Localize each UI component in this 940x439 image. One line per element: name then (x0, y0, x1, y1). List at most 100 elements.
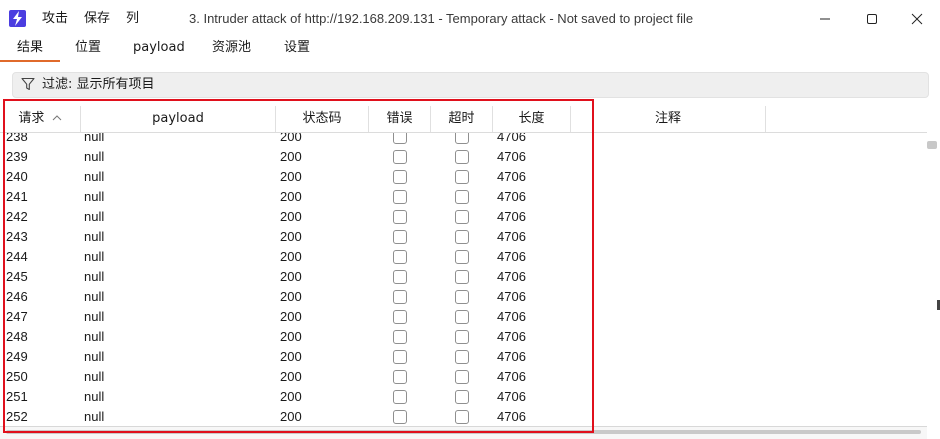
cell-status: 200 (280, 209, 302, 224)
error-checkbox[interactable] (393, 290, 407, 304)
timeout-checkbox[interactable] (455, 390, 469, 404)
cell-length: 4706 (497, 309, 526, 324)
column-header-timeout[interactable]: 超时 (431, 106, 493, 132)
timeout-checkbox[interactable] (455, 350, 469, 364)
table-row[interactable]: 248 null 200 4706 (0, 327, 927, 347)
table-row[interactable]: 247 null 200 4706 (0, 307, 927, 327)
vertical-scrollbar[interactable] (927, 132, 940, 424)
cell-length: 4706 (497, 289, 526, 304)
table-row[interactable]: 250 null 200 4706 (0, 367, 927, 387)
cell-length: 4706 (497, 329, 526, 344)
cell-status: 200 (280, 289, 302, 304)
error-checkbox[interactable] (393, 330, 407, 344)
menu-save[interactable]: 保存 (84, 10, 110, 28)
vertical-scroll-thumb[interactable] (927, 141, 937, 149)
timeout-checkbox[interactable] (455, 133, 469, 144)
cell-payload: null (84, 309, 105, 324)
cell-request: 247 (6, 309, 28, 324)
error-checkbox[interactable] (393, 190, 407, 204)
error-checkbox[interactable] (393, 350, 407, 364)
cell-payload: null (84, 349, 105, 364)
cell-status: 200 (280, 329, 302, 344)
cell-status: 200 (280, 409, 302, 424)
table-row[interactable]: 244 null 200 4706 (0, 247, 927, 267)
column-header-comment[interactable]: 注释 (571, 106, 766, 132)
error-checkbox[interactable] (393, 170, 407, 184)
close-button[interactable] (897, 4, 937, 34)
cell-payload: null (84, 249, 105, 264)
column-header-status[interactable]: 状态码 (276, 106, 369, 132)
error-checkbox[interactable] (393, 210, 407, 224)
table-row[interactable]: 239 null 200 4706 (0, 147, 927, 167)
error-checkbox[interactable] (393, 150, 407, 164)
filter-label: 过滤: 显示所有项目 (42, 77, 155, 92)
filter-bar[interactable]: 过滤: 显示所有项目 (12, 72, 929, 98)
timeout-checkbox[interactable] (455, 250, 469, 264)
table-row[interactable]: 243 null 200 4706 (0, 227, 927, 247)
tab-resource-pool[interactable]: 资源池 (212, 38, 251, 60)
cell-request: 246 (6, 289, 28, 304)
tab-settings[interactable]: 设置 (284, 38, 310, 60)
minimize-button[interactable] (805, 4, 845, 34)
menu-attack[interactable]: 攻击 (42, 10, 68, 28)
cell-payload: null (84, 369, 105, 384)
tab-positions[interactable]: 位置 (75, 38, 101, 60)
error-checkbox[interactable] (393, 410, 407, 424)
cell-status: 200 (280, 269, 302, 284)
cell-request: 242 (6, 209, 28, 224)
table-row[interactable]: 240 null 200 4706 (0, 167, 927, 187)
timeout-checkbox[interactable] (455, 150, 469, 164)
table-row[interactable]: 252 null 200 4706 (0, 407, 927, 425)
cell-status: 200 (280, 169, 302, 184)
error-checkbox[interactable] (393, 230, 407, 244)
cell-payload: null (84, 133, 105, 144)
tab-results[interactable]: 结果 (17, 38, 43, 60)
cell-request: 249 (6, 349, 28, 364)
timeout-checkbox[interactable] (455, 210, 469, 224)
timeout-checkbox[interactable] (455, 230, 469, 244)
tab-payloads[interactable]: payload (133, 38, 185, 60)
column-header-request[interactable]: 请求 (0, 106, 81, 132)
results-table: 请求 payload 状态码 错误 超时 长度 注释 238 null 200 470… (0, 106, 927, 426)
cell-length: 4706 (497, 409, 526, 424)
table-row[interactable]: 238 null 200 4706 (0, 133, 927, 147)
timeout-checkbox[interactable] (455, 410, 469, 424)
menu-columns[interactable]: 列 (126, 10, 139, 28)
error-checkbox[interactable] (393, 390, 407, 404)
horizontal-scroll-thumb[interactable] (6, 430, 921, 434)
column-header-length[interactable]: 长度 (493, 106, 571, 132)
cell-length: 4706 (497, 189, 526, 204)
cell-status: 200 (280, 249, 302, 264)
cell-status: 200 (280, 369, 302, 384)
cell-length: 4706 (497, 349, 526, 364)
table-row[interactable]: 246 null 200 4706 (0, 287, 927, 307)
timeout-checkbox[interactable] (455, 270, 469, 284)
column-request-label: 请求 (18, 111, 45, 126)
cell-length: 4706 (497, 369, 526, 384)
cell-payload: null (84, 229, 105, 244)
table-row[interactable]: 241 null 200 4706 (0, 187, 927, 207)
error-checkbox[interactable] (393, 310, 407, 324)
timeout-checkbox[interactable] (455, 170, 469, 184)
error-checkbox[interactable] (393, 270, 407, 284)
timeout-checkbox[interactable] (455, 370, 469, 384)
cell-request: 251 (6, 389, 28, 404)
column-header-error[interactable]: 错误 (369, 106, 431, 132)
maximize-button[interactable] (852, 4, 892, 34)
cell-request: 252 (6, 409, 28, 424)
timeout-checkbox[interactable] (455, 310, 469, 324)
cell-length: 4706 (497, 169, 526, 184)
timeout-checkbox[interactable] (455, 190, 469, 204)
error-checkbox[interactable] (393, 133, 407, 144)
timeout-checkbox[interactable] (455, 330, 469, 344)
cell-status: 200 (280, 349, 302, 364)
cell-request: 248 (6, 329, 28, 344)
table-row[interactable]: 245 null 200 4706 (0, 267, 927, 287)
table-row[interactable]: 249 null 200 4706 (0, 347, 927, 367)
column-header-payload[interactable]: payload (81, 106, 276, 132)
table-row[interactable]: 242 null 200 4706 (0, 207, 927, 227)
table-row[interactable]: 251 null 200 4706 (0, 387, 927, 407)
error-checkbox[interactable] (393, 370, 407, 384)
timeout-checkbox[interactable] (455, 290, 469, 304)
error-checkbox[interactable] (393, 250, 407, 264)
